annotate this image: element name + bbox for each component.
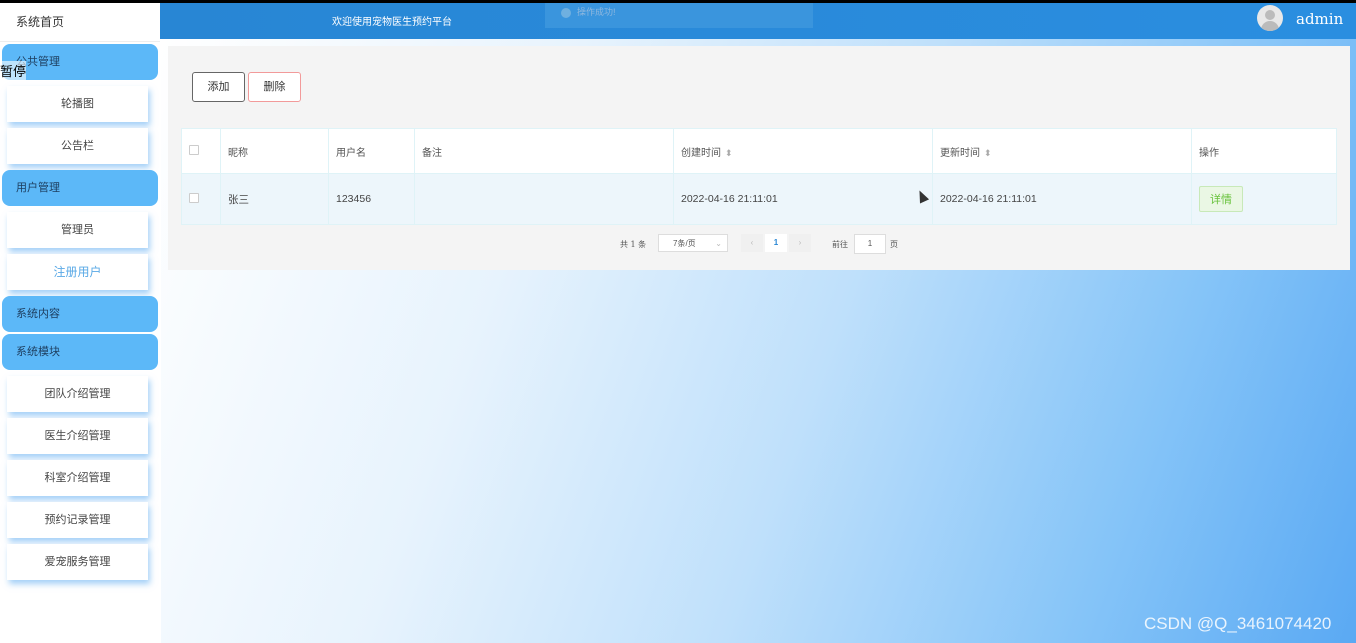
chevron-down-icon: ⌄	[715, 239, 722, 248]
pagination-total: 共 1 条	[620, 240, 647, 249]
col-remark: 备注	[414, 128, 674, 174]
sort-icon[interactable]: ⬍	[984, 148, 992, 158]
cell-created: 2022-04-16 21:11:01	[673, 173, 933, 225]
sidebar-group-users[interactable]: 用户管理	[2, 170, 158, 206]
welcome-text: 欢迎使用宠物医生预约平台	[332, 17, 452, 28]
sidebar-item-carousel[interactable]: 轮播图	[7, 86, 148, 122]
goto-page-input[interactable]: 1	[854, 234, 886, 254]
sidebar-item-appointments[interactable]: 预约记录管理	[7, 502, 148, 538]
col-created-label: 创建时间	[681, 147, 721, 159]
header-bar: 欢迎使用宠物医生预约平台 操作成功! admin	[160, 3, 1356, 39]
detail-button[interactable]: 详情	[1199, 186, 1243, 212]
watermark: CSDN @Q_3461074420	[1144, 614, 1332, 633]
success-toast: 操作成功!	[545, 3, 813, 28]
chevron-right-icon: ›	[798, 238, 802, 247]
sidebar-group-content[interactable]: 系统内容	[2, 296, 158, 332]
select-all-cell[interactable]	[181, 128, 221, 174]
page-size-select[interactable]: 7条/页 ⌄	[658, 234, 728, 252]
sort-icon[interactable]: ⬍	[725, 148, 733, 158]
sidebar-item-notice[interactable]: 公告栏	[7, 128, 148, 164]
sidebar-group-modules[interactable]: 系统模块	[2, 334, 158, 370]
row-checkbox[interactable]	[189, 192, 199, 203]
sidebar-item-departments[interactable]: 科室介绍管理	[7, 460, 148, 496]
table-row: 张三 123456 2022-04-16 21:11:01 2022-04-16…	[181, 173, 1337, 225]
page-unit-label: 页	[890, 240, 898, 249]
col-nickname: 昵称	[220, 128, 329, 174]
avatar[interactable]	[1257, 5, 1283, 31]
page-size-value: 7条/页	[673, 239, 696, 248]
check-circle-icon	[561, 7, 571, 18]
sidebar-item-pet-services[interactable]: 爱宠服务管理	[7, 544, 148, 580]
main-area: 添加 删除 昵称 用户名 备注 创建时间 ⬍ 更新时间 ⬍ 操作 张三 123456…	[161, 39, 1356, 643]
goto-label: 前往	[832, 240, 848, 249]
sidebar-item-team[interactable]: 团队介绍管理	[7, 376, 148, 412]
add-button[interactable]: 添加	[192, 72, 245, 102]
cell-updated: 2022-04-16 21:11:01	[932, 173, 1192, 225]
toast-message: 操作成功!	[577, 7, 616, 17]
page-number-current[interactable]: 1	[765, 234, 787, 252]
col-updated-label: 更新时间	[940, 147, 980, 159]
cell-actions: 详情	[1191, 173, 1337, 225]
table-header-row: 昵称 用户名 备注 创建时间 ⬍ 更新时间 ⬍ 操作	[181, 128, 1337, 174]
next-page-button[interactable]: ›	[789, 234, 811, 252]
prev-page-button[interactable]: ‹	[741, 234, 763, 252]
sidebar-item-admin[interactable]: 管理员	[7, 212, 148, 248]
row-select-cell[interactable]	[181, 173, 221, 225]
sidebar-home[interactable]: 系统首页	[0, 3, 160, 42]
pagination: 共 1 条 7条/页 ⌄ ‹ 1 › 前往 1 页	[168, 234, 1350, 254]
sidebar-item-registered-users[interactable]: 注册用户	[7, 254, 148, 290]
pause-overlay-text: 暂停	[0, 61, 27, 80]
select-all-checkbox[interactable]	[189, 144, 199, 155]
users-table: 昵称 用户名 备注 创建时间 ⬍ 更新时间 ⬍ 操作 张三 123456 2022-…	[181, 128, 1337, 225]
sidebar: 系统首页 公共管理 轮播图 公告栏 用户管理 管理员 注册用户 系统内容 系统模…	[0, 3, 160, 643]
chevron-left-icon: ‹	[750, 238, 754, 247]
col-actions: 操作	[1191, 128, 1337, 174]
sidebar-item-doctors[interactable]: 医生介绍管理	[7, 418, 148, 454]
cell-username: 123456	[328, 173, 415, 225]
col-created[interactable]: 创建时间 ⬍	[673, 128, 933, 174]
user-name[interactable]: admin	[1296, 10, 1343, 28]
col-updated[interactable]: 更新时间 ⬍	[932, 128, 1192, 174]
cell-remark	[414, 173, 674, 225]
cell-nickname: 张三	[220, 173, 329, 225]
content-card: 添加 删除 昵称 用户名 备注 创建时间 ⬍ 更新时间 ⬍ 操作 张三 123456…	[168, 46, 1350, 270]
col-username: 用户名	[328, 128, 415, 174]
delete-button[interactable]: 删除	[248, 72, 301, 102]
